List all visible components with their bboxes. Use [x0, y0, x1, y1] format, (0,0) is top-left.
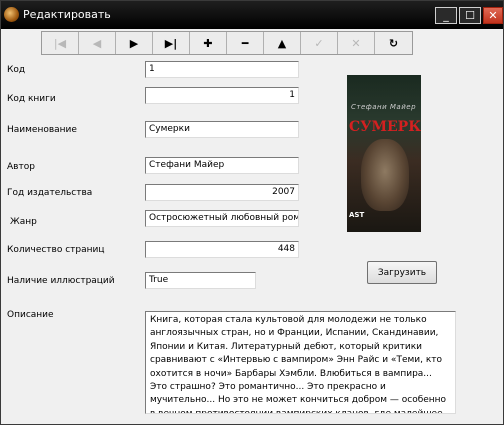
insert-record-button[interactable]: ✚	[190, 32, 227, 54]
delete-record-button[interactable]: ━	[227, 32, 264, 54]
cover-face-illustration	[361, 139, 409, 211]
close-icon: ✕	[488, 9, 498, 22]
first-record-button[interactable]: |◀	[42, 32, 79, 54]
post-record-button[interactable]: ✓	[301, 32, 338, 54]
first-record-icon: |◀	[53, 36, 67, 50]
zhanr-label: Жанр	[10, 217, 37, 227]
illyustracii-label: Наличие иллюстраций	[7, 276, 115, 286]
title-bar[interactable]: Редактировать _ ☐ ✕	[1, 1, 503, 29]
minus-icon: ━	[241, 36, 249, 50]
zhanr-field[interactable]: Остросюжетный любовный роман	[145, 210, 299, 227]
prior-record-icon: ◀	[92, 36, 102, 50]
opisanie-memo[interactable]: Книга, которая стала культовой для молод…	[145, 311, 456, 414]
refresh-icon: ↻	[388, 36, 399, 50]
maximize-icon: ☐	[465, 9, 475, 22]
avtor-label: Автор	[7, 162, 35, 172]
check-icon: ✓	[314, 36, 324, 50]
next-record-icon: ▶	[129, 36, 139, 50]
minimize-button[interactable]: _	[435, 7, 457, 24]
triangle-up-icon: ▲	[277, 36, 287, 50]
cover-author-text: Стефани Майер	[351, 103, 417, 111]
cancel-icon: ✕	[351, 36, 361, 50]
maximize-button[interactable]: ☐	[459, 7, 481, 24]
kod-knigi-field[interactable]: 1	[145, 87, 299, 104]
minimize-icon: _	[443, 9, 449, 22]
refresh-record-button[interactable]: ↻	[375, 32, 412, 54]
god-label: Год издательства	[7, 188, 93, 198]
cover-title-text: СУМЕРКИ	[349, 119, 421, 135]
naimenovanie-label: Наименование	[7, 125, 77, 135]
plus-icon: ✚	[203, 36, 213, 50]
window-title: Редактировать	[23, 8, 111, 21]
cancel-record-button[interactable]: ✕	[338, 32, 375, 54]
god-field[interactable]: 2007	[145, 184, 299, 201]
prior-record-button[interactable]: ◀	[79, 32, 116, 54]
next-record-button[interactable]: ▶	[116, 32, 153, 54]
last-record-button[interactable]: ▶|	[153, 32, 190, 54]
upload-button[interactable]: Загрузить	[367, 261, 437, 284]
stranic-field[interactable]: 448	[145, 241, 299, 258]
last-record-icon: ▶|	[164, 36, 178, 50]
edit-record-button[interactable]: ▲	[264, 32, 301, 54]
book-cover-image: Стефани Майер СУМЕРКИ AST	[347, 75, 421, 232]
avtor-field[interactable]: Стефани Майер	[145, 157, 299, 174]
stranic-label: Количество страниц	[7, 245, 105, 255]
opisanie-label: Описание	[7, 310, 54, 320]
naimenovanie-field[interactable]: Сумерки	[145, 121, 299, 138]
close-button[interactable]: ✕	[483, 7, 503, 24]
db-navigator: |◀ ◀ ▶ ▶| ✚ ━ ▲ ✓ ✕ ↻	[41, 31, 413, 55]
app-icon	[4, 7, 19, 22]
edit-window: Редактировать _ ☐ ✕ |◀ ◀ ▶ ▶| ✚ ━ ▲ ✓ ✕ …	[0, 0, 504, 425]
kod-knigi-label: Код книги	[7, 94, 56, 104]
kod-label: Код	[7, 65, 26, 75]
kod-field[interactable]: 1	[145, 61, 299, 78]
illyustracii-field[interactable]: True	[145, 272, 256, 289]
cover-publisher-logo: AST	[349, 211, 365, 219]
